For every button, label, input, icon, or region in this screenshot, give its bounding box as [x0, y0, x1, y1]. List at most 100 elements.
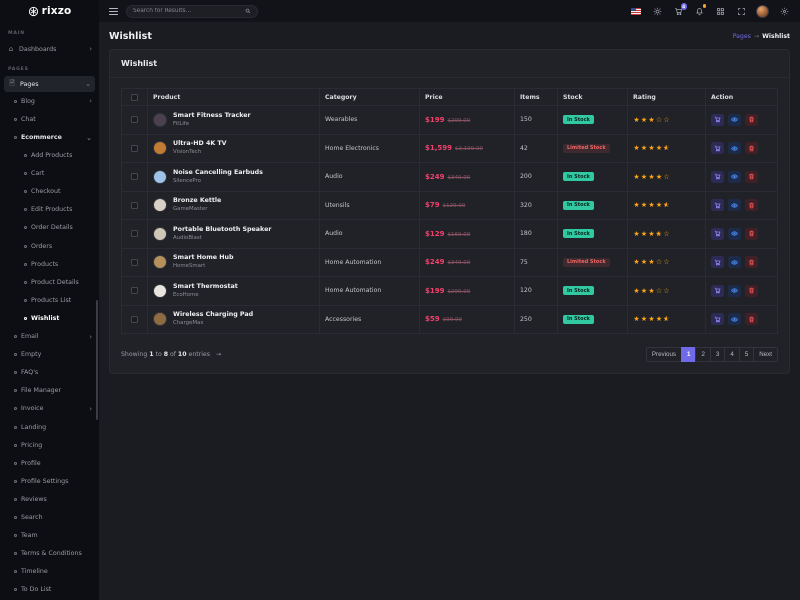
topbar: 4 — [99, 0, 800, 22]
sidebar-item-label: Wishlist — [31, 315, 59, 322]
sidebar-item-terms-conditions[interactable]: Terms & Conditions — [0, 545, 99, 563]
apps-button[interactable] — [714, 5, 726, 17]
sidebar-item-faq-s[interactable]: FAQ's — [0, 364, 99, 382]
next-button[interactable]: Next — [753, 347, 778, 362]
product-price: $199 — [425, 287, 444, 295]
sidebar-item-pricing[interactable]: Pricing — [0, 436, 99, 454]
language-flag-button[interactable] — [630, 5, 642, 17]
page-button-2[interactable]: 2 — [695, 347, 710, 362]
select-all-checkbox[interactable] — [131, 94, 138, 101]
page-button-1[interactable]: 1 — [681, 347, 696, 362]
theme-toggle-button[interactable] — [651, 5, 663, 17]
view-button[interactable] — [728, 285, 741, 297]
page-button-4[interactable]: 4 — [724, 347, 739, 362]
sidebar-item-cart[interactable]: Cart — [0, 165, 99, 183]
view-button[interactable] — [728, 228, 741, 240]
add-to-cart-button[interactable] — [711, 285, 724, 297]
search-icon[interactable] — [245, 8, 251, 14]
fullscreen-button[interactable] — [735, 5, 747, 17]
delete-button[interactable] — [745, 199, 758, 211]
add-to-cart-button[interactable] — [711, 256, 724, 268]
sidebar-item-label: Empty — [21, 351, 41, 358]
delete-button[interactable] — [745, 313, 758, 325]
sidebar-item-add-products[interactable]: Add Products — [0, 147, 99, 165]
sidebar-item-email[interactable]: Email› — [0, 328, 99, 346]
sidebar-item-ecommerce[interactable]: Ecommerce⌄ — [0, 128, 99, 146]
notifications-button[interactable] — [693, 5, 705, 17]
table-row: Smart Home Hub HomeSmart Home Automation… — [122, 248, 778, 277]
sidebar-item-wishlist[interactable]: Wishlist — [0, 309, 99, 327]
sidebar-item-label: Profile — [21, 460, 41, 467]
sidebar-item-empty[interactable]: Empty — [0, 346, 99, 364]
view-button[interactable] — [728, 114, 741, 126]
sidebar-item-order-details[interactable]: Order Details — [0, 219, 99, 237]
view-button[interactable] — [728, 313, 741, 325]
sidebar-item-checkout[interactable]: Checkout — [0, 183, 99, 201]
sidebar-item-profile[interactable]: Profile — [0, 454, 99, 472]
delete-button[interactable] — [745, 256, 758, 268]
hamburger-menu-icon[interactable] — [109, 8, 118, 15]
sidebar-item-blog[interactable]: Blog› — [0, 92, 99, 110]
sidebar-item-pages[interactable]: 🗎Pages⌄ — [4, 76, 95, 92]
sidebar-item-edit-products[interactable]: Edit Products — [0, 201, 99, 219]
add-to-cart-button[interactable] — [711, 142, 724, 154]
brand-logo[interactable]: rixzo — [0, 0, 99, 22]
sidebar-item-dashboards[interactable]: ⌂Dashboards› — [0, 40, 99, 58]
col-action: Action — [706, 89, 778, 106]
sidebar-scrollbar[interactable] — [96, 300, 98, 420]
sidebar-item-profile-settings[interactable]: Profile Settings — [0, 472, 99, 490]
view-button[interactable] — [728, 199, 741, 211]
product-old-price: $99.00 — [443, 317, 462, 323]
rating-stars: ★★★★☆★ — [633, 144, 671, 152]
cart-button[interactable]: 4 — [672, 5, 684, 17]
row-checkbox[interactable] — [131, 259, 138, 266]
row-checkbox[interactable] — [131, 230, 138, 237]
view-button[interactable] — [728, 171, 741, 183]
sidebar-item-landing[interactable]: Landing — [0, 418, 99, 436]
sidebar-item-product-details[interactable]: Product Details — [0, 273, 99, 291]
settings-button[interactable] — [778, 5, 790, 17]
sidebar-item-to-do-list[interactable]: To Do List — [0, 581, 99, 599]
delete-button[interactable] — [745, 171, 758, 183]
rating-stars: ★★★☆☆ — [633, 258, 671, 266]
add-to-cart-button[interactable] — [711, 199, 724, 211]
sidebar-item-products-list[interactable]: Products List — [0, 291, 99, 309]
add-to-cart-button[interactable] — [711, 313, 724, 325]
view-button[interactable] — [728, 256, 741, 268]
rating-stars: ★★★☆★☆ — [633, 230, 671, 238]
sidebar-item-orders[interactable]: Orders — [0, 237, 99, 255]
delete-button[interactable] — [745, 285, 758, 297]
row-checkbox[interactable] — [131, 145, 138, 152]
add-to-cart-button[interactable] — [711, 228, 724, 240]
delete-button[interactable] — [745, 114, 758, 126]
row-checkbox[interactable] — [131, 316, 138, 323]
previous-button[interactable]: Previous — [646, 347, 682, 362]
breadcrumb-pages-link[interactable]: Pages — [733, 33, 751, 40]
search-input[interactable] — [133, 8, 241, 14]
row-checkbox[interactable] — [131, 287, 138, 294]
topbar-actions: 4 — [630, 5, 790, 18]
sidebar-item-search[interactable]: Search — [0, 508, 99, 526]
delete-button[interactable] — [745, 228, 758, 240]
sidebar-item-chat[interactable]: Chat — [0, 110, 99, 128]
row-checkbox[interactable] — [131, 173, 138, 180]
pagination: Previous12345Next — [647, 347, 778, 362]
delete-button[interactable] — [745, 142, 758, 154]
product-old-price: $169.00 — [447, 232, 470, 238]
sidebar-item-products[interactable]: Products — [0, 255, 99, 273]
row-checkbox[interactable] — [131, 116, 138, 123]
sidebar-item-team[interactable]: Team — [0, 527, 99, 545]
view-button[interactable] — [728, 142, 741, 154]
page-button-3[interactable]: 3 — [710, 347, 725, 362]
sidebar-item-reviews[interactable]: Reviews — [0, 490, 99, 508]
product-name: Smart Fitness Tracker — [173, 112, 251, 121]
add-to-cart-button[interactable] — [711, 171, 724, 183]
page-button-5[interactable]: 5 — [739, 347, 754, 362]
row-checkbox[interactable] — [131, 202, 138, 209]
add-to-cart-icon — [714, 202, 721, 209]
sidebar-item-invoice[interactable]: Invoice› — [0, 400, 99, 418]
add-to-cart-button[interactable] — [711, 114, 724, 126]
user-avatar[interactable] — [756, 5, 769, 18]
sidebar-item-file-manager[interactable]: File Manager — [0, 382, 99, 400]
sidebar-item-timeline[interactable]: Timeline — [0, 563, 99, 581]
